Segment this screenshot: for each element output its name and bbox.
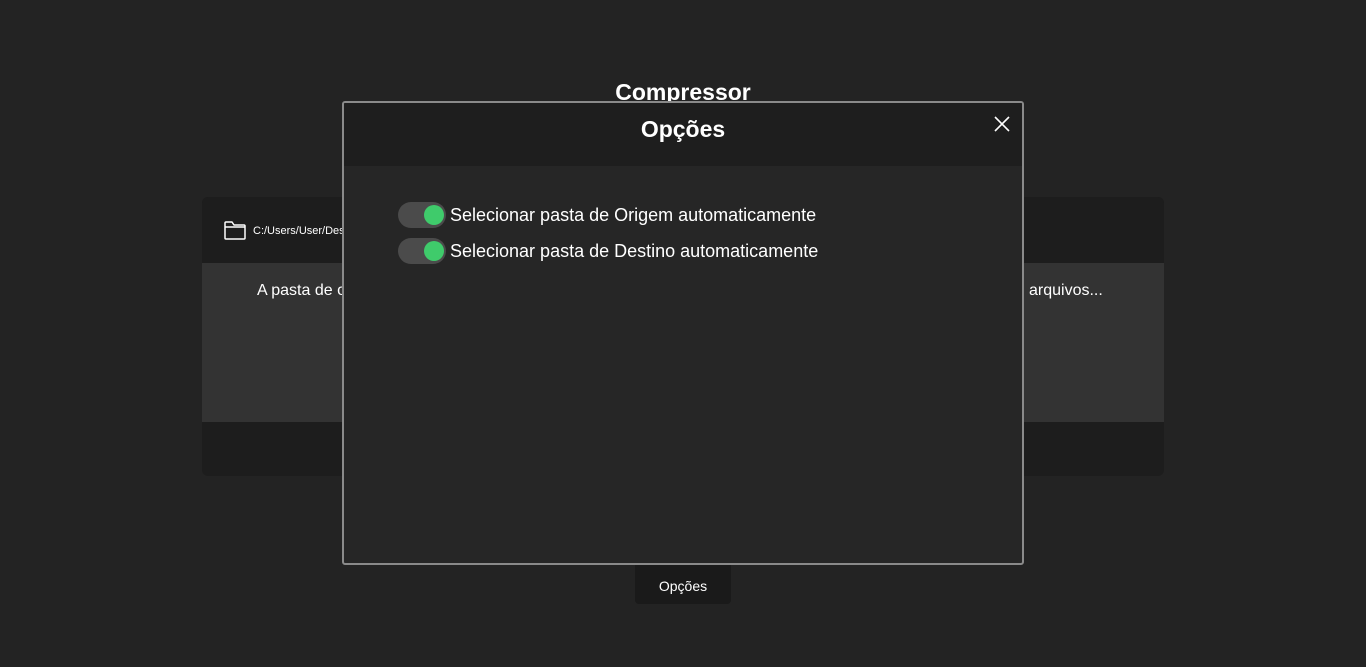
status-text-left: A pasta de o bbox=[257, 282, 346, 299]
close-icon[interactable] bbox=[992, 114, 1012, 134]
options-button[interactable]: Opções bbox=[635, 560, 731, 604]
toggle-knob bbox=[424, 241, 444, 261]
options-modal: Opções Selecionar pasta de Origem automa… bbox=[342, 101, 1024, 565]
option-row-destination: Selecionar pasta de Destino automaticame… bbox=[398, 238, 878, 264]
auto-destination-label: Selecionar pasta de Destino automaticame… bbox=[450, 241, 819, 261]
modal-title: Opções bbox=[640, 116, 726, 142]
auto-source-label: Selecionar pasta de Origem automaticamen… bbox=[450, 205, 817, 225]
status-text-right: arquivos... bbox=[1029, 282, 1103, 299]
option-row-source: Selecionar pasta de Origem automaticamen… bbox=[398, 202, 878, 228]
auto-source-toggle[interactable] bbox=[398, 202, 446, 228]
modal-body: Selecionar pasta de Origem automaticamen… bbox=[344, 166, 1022, 563]
auto-destination-toggle[interactable] bbox=[398, 238, 446, 264]
folder-icon[interactable] bbox=[223, 219, 247, 241]
toggle-knob bbox=[424, 205, 444, 225]
modal-header: Opções bbox=[344, 103, 1022, 166]
source-path-text: C:/Users/User/Des bbox=[253, 225, 345, 237]
